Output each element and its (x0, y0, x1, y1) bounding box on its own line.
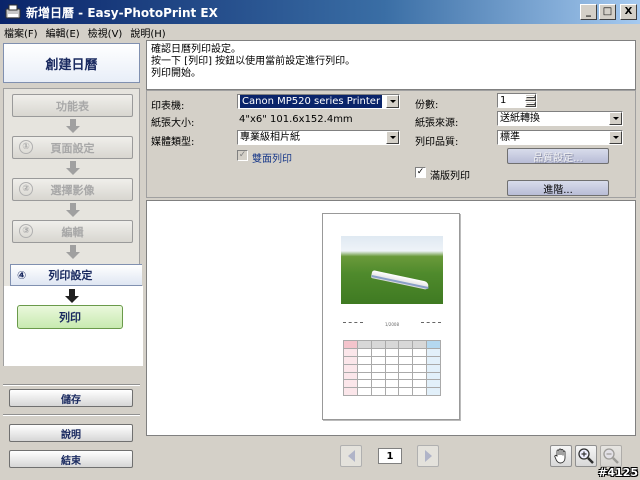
chevron-down-icon[interactable] (609, 112, 622, 125)
paper-size-value: 4"x6" 101.6x152.4mm (239, 114, 353, 125)
step-edit[interactable]: ③ 編輯 (12, 220, 133, 243)
zoom-out-icon (603, 448, 619, 464)
paper-source-label: 紙張來源: (415, 118, 459, 129)
printer-value: Canon MP520 series Printer (240, 95, 383, 108)
copies-stepper[interactable]: 1 (497, 93, 537, 108)
step-edit-label: 編輯 (61, 225, 84, 239)
maximize-button[interactable]: □ (599, 4, 616, 20)
arrow-left-icon (347, 450, 355, 462)
watermark-text: #4125 (598, 466, 638, 479)
help-button[interactable]: 說明 (9, 424, 133, 442)
save-button[interactable]: 儲存 (9, 389, 133, 407)
zoom-out-button[interactable] (600, 445, 622, 467)
divider (3, 384, 140, 386)
borderless-label: 滿版列印 (430, 171, 470, 182)
paper-size-label: 紙張大小: (151, 118, 195, 129)
calendar-page-preview[interactable]: 1/2008 (322, 213, 460, 420)
title-bar[interactable]: 新增日曆 - Easy-PhotoPrint EX _ □ X (0, 0, 640, 24)
arrow-down-icon (66, 203, 80, 217)
quality-settings-button[interactable]: 品質設定... (507, 148, 609, 164)
print-quality-label: 列印品質: (415, 137, 459, 148)
copies-value: 1 (500, 95, 507, 106)
duplex-checkbox[interactable]: ✓ (237, 150, 248, 161)
step-number: ③ (19, 224, 33, 238)
arrow-down-icon (66, 245, 80, 259)
step-number: ② (19, 182, 33, 196)
print-quality-select[interactable]: 標準 (497, 130, 623, 145)
paper-source-value: 送紙轉換 (500, 113, 540, 124)
print-settings-panel: 印表機: Canon MP520 series Printer 紙張大小: 4"… (146, 90, 636, 198)
media-type-label: 媒體類型: (151, 137, 195, 148)
printer-label: 印表機: (151, 101, 185, 112)
previous-page-button[interactable] (340, 445, 362, 467)
arrow-down-icon (66, 119, 80, 133)
media-type-value: 專業級相片紙 (240, 132, 300, 143)
media-type-select[interactable]: 專業級相片紙 (237, 130, 400, 145)
preview-navigation: 1 (146, 436, 636, 480)
advanced-button[interactable]: 進階... (507, 180, 609, 196)
chevron-down-icon[interactable] (386, 131, 399, 144)
paper-source-select[interactable]: 送紙轉換 (497, 111, 623, 126)
step-number: ④ (17, 268, 27, 282)
exit-button[interactable]: 結束 (9, 450, 133, 468)
calendar-grid (343, 340, 441, 396)
step-menu[interactable]: 功能表 (12, 94, 133, 117)
app-icon[interactable] (4, 3, 22, 21)
print-button[interactable]: 列印 (17, 305, 123, 329)
borderless-checkbox[interactable]: ✓ (415, 167, 426, 178)
calendar-month-title: 1/2008 (384, 322, 400, 327)
sidebar-header: 創建日曆 (3, 43, 140, 83)
photo-thumbnail (341, 236, 443, 304)
menu-edit[interactable]: 編輯(E) (46, 25, 80, 40)
step-number: ① (19, 140, 33, 154)
instruction-line: 確認日曆列印設定。 (151, 44, 241, 55)
decrement-button[interactable] (525, 100, 536, 107)
menu-bar: 檔案(F) 編輯(E) 檢視(V) 說明(H) (0, 24, 640, 40)
menu-help[interactable]: 說明(H) (130, 25, 165, 40)
preview-area: 1/2008 (146, 200, 636, 436)
print-quality-value: 標準 (500, 132, 520, 143)
arrow-down-icon (65, 289, 79, 303)
instruction-line: 按一下 [列印] 按鈕以使用當前設定進行列印。 (151, 56, 356, 67)
step-page-setup[interactable]: ① 頁面設定 (12, 136, 133, 159)
arrow-right-icon (424, 450, 432, 462)
duplex-label: 雙面列印 (252, 154, 292, 165)
chevron-down-icon[interactable] (386, 95, 399, 108)
zoom-in-button[interactable] (575, 445, 597, 467)
menu-file[interactable]: 檔案(F) (4, 25, 38, 40)
step-select-images-label: 選擇影像 (50, 183, 95, 197)
printer-select[interactable]: Canon MP520 series Printer (237, 94, 400, 109)
hand-icon (554, 448, 566, 464)
step-menu-label: 功能表 (56, 99, 89, 113)
next-page-button[interactable] (417, 445, 439, 467)
window-title: 新增日曆 - Easy-PhotoPrint EX (26, 5, 218, 20)
instruction-line: 列印開始。 (151, 68, 201, 79)
page-number: 1 (378, 448, 402, 464)
sidebar: 創建日曆 功能表 ① 頁面設定 ② 選擇影像 ③ 編輯 ④ 列印設定 列印 儲存… (0, 40, 143, 480)
menu-view[interactable]: 檢視(V) (88, 25, 123, 40)
zoom-in-icon (578, 448, 594, 464)
step-print-settings[interactable]: ④ 列印設定 (10, 264, 142, 286)
minimize-button[interactable]: _ (580, 4, 597, 20)
close-button[interactable]: X (620, 4, 637, 20)
copies-label: 份數: (415, 100, 439, 111)
chevron-down-icon[interactable] (609, 131, 622, 144)
step-page-setup-label: 頁面設定 (50, 141, 95, 155)
instructions-box: 確認日曆列印設定。 按一下 [列印] 按鈕以使用當前設定進行列印。 列印開始。 (146, 40, 636, 90)
step-print-settings-label: 列印設定 (48, 269, 93, 282)
pan-button[interactable] (550, 445, 572, 467)
step-select-images[interactable]: ② 選擇影像 (12, 178, 133, 201)
arrow-down-icon (66, 161, 80, 175)
divider (3, 414, 140, 416)
